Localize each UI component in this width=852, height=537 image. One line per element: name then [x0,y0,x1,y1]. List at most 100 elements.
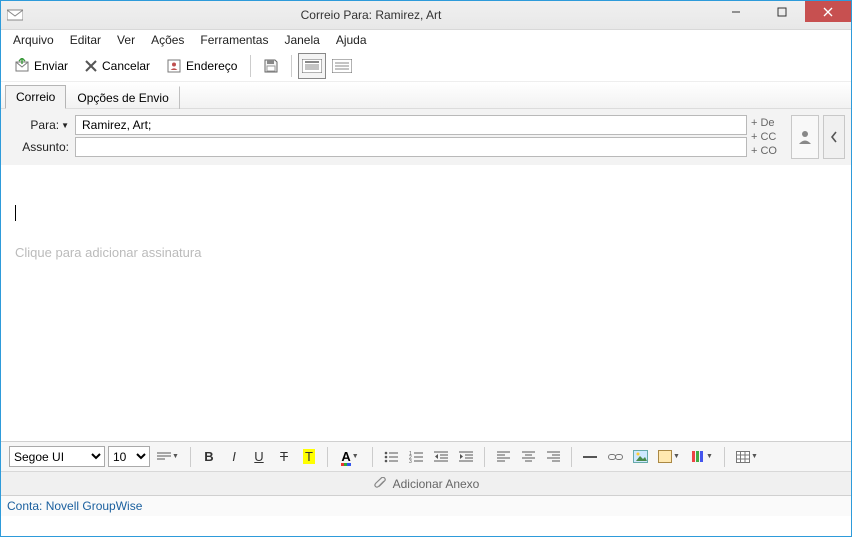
number-list-button[interactable]: 123 [405,446,427,468]
font-size-select[interactable]: 10 [108,446,150,467]
strikethrough-button[interactable]: T [273,446,295,468]
address-book-icon [166,58,182,74]
view-html-button[interactable] [298,53,326,79]
save-button[interactable] [257,53,285,79]
tab-strip: Correio Opções de Envio [1,82,851,108]
menu-help[interactable]: Ajuda [328,31,375,49]
align-right-icon [547,451,560,462]
add-from-button[interactable]: + De [751,116,775,130]
message-body[interactable]: Clique para adicionar assinatura [1,165,851,441]
to-label-text: Para: [30,118,59,132]
add-contact-button[interactable] [791,115,819,159]
insert-table-button[interactable]: ▼ [732,446,762,468]
bgcolor-icon [658,450,672,463]
account-label: Conta: [7,499,42,513]
tab-send-options[interactable]: Opções de Envio [66,86,179,109]
address-label: Endereço [186,59,237,73]
account-value[interactable]: Novell GroupWise [46,499,143,513]
image-icon [633,450,648,463]
menu-actions[interactable]: Ações [143,31,192,49]
send-label: Enviar [34,59,68,73]
view-plain-icon [332,59,352,73]
separator [372,447,373,467]
paragraph-style-button[interactable]: ▼ [153,446,183,468]
signature-placeholder[interactable]: Clique para adicionar assinatura [15,245,837,260]
status-bar: Conta: Novell GroupWise [1,495,851,516]
table-icon [736,451,750,463]
subject-row: Assunto: [7,137,747,157]
bullet-list-button[interactable] [380,446,402,468]
close-button[interactable] [805,1,851,22]
window-controls [713,1,851,29]
cancel-icon [84,59,98,73]
indent-button[interactable] [455,446,477,468]
view-plain-button[interactable] [328,53,356,79]
font-color-button[interactable]: A▼ [335,446,365,468]
window-title: Correio Para: Ramirez, Art [29,8,713,22]
toolbar-separator [250,55,251,77]
collapse-header-button[interactable] [823,115,845,159]
separator [484,447,485,467]
attachment-bar[interactable]: Adicionar Anexo [1,471,851,495]
format-toolbar: Segoe UI 10 ▼ B I U T T A▼ 123 ▼ ▼ ▼ [1,441,851,471]
chevron-left-icon [830,131,838,143]
insert-image-button[interactable] [629,446,651,468]
underline-button[interactable]: U [248,446,270,468]
link-button[interactable] [604,446,626,468]
menu-edit[interactable]: Editar [62,31,109,49]
number-list-icon: 123 [409,451,423,463]
chevron-down-icon: ▼ [61,121,69,130]
align-center-button[interactable] [517,446,539,468]
send-button[interactable]: Enviar [7,54,75,78]
font-family-select[interactable]: Segoe UI [9,446,105,467]
background-color-button[interactable]: ▼ [654,446,684,468]
cancel-label: Cancelar [102,59,150,73]
align-right-button[interactable] [542,446,564,468]
align-left-icon [497,451,510,462]
highlight-button[interactable]: T [298,446,320,468]
bullet-list-icon [384,451,398,463]
message-header: Para: ▼ Assunto: + De + CC + CO [1,108,851,165]
subject-input[interactable] [75,137,747,157]
paperclip-icon [373,477,387,491]
outdent-button[interactable] [430,446,452,468]
text-cursor [15,205,16,221]
align-left-button[interactable] [492,446,514,468]
minimize-button[interactable] [713,1,759,22]
outdent-icon [434,451,448,463]
text-effects-button[interactable]: ▼ [687,446,717,468]
add-recipient-buttons: + De + CC + CO [751,115,787,159]
hr-icon [583,455,597,459]
toolbar-separator [291,55,292,77]
person-icon [797,129,813,145]
horizontal-rule-button[interactable] [579,446,601,468]
svg-text:3: 3 [409,459,412,463]
link-icon [608,452,623,462]
italic-button[interactable]: I [223,446,245,468]
to-row: Para: ▼ [7,115,747,135]
menu-bar: Arquivo Editar Ver Ações Ferramentas Jan… [1,30,851,50]
add-bcc-button[interactable]: + CO [751,144,777,158]
send-icon [14,58,30,74]
color-bar-icon [341,463,351,466]
menu-file[interactable]: Arquivo [5,31,62,49]
separator [724,447,725,467]
header-fields: Para: ▼ Assunto: [7,115,747,159]
to-input[interactable] [75,115,747,135]
bold-button[interactable]: B [198,446,220,468]
indent-icon [459,451,473,463]
add-cc-button[interactable]: + CC [751,130,776,144]
separator [327,447,328,467]
address-button[interactable]: Endereço [159,54,244,78]
maximize-button[interactable] [759,1,805,22]
menu-view[interactable]: Ver [109,31,143,49]
align-center-icon [522,451,535,462]
to-label[interactable]: Para: ▼ [7,118,75,132]
view-html-icon [302,59,322,73]
tab-mail[interactable]: Correio [5,85,66,109]
paragraph-icon [157,451,171,463]
menu-window[interactable]: Janela [276,31,327,49]
menu-tools[interactable]: Ferramentas [192,31,276,49]
title-bar: Correio Para: Ramirez, Art [1,1,851,30]
cancel-button[interactable]: Cancelar [77,55,157,77]
